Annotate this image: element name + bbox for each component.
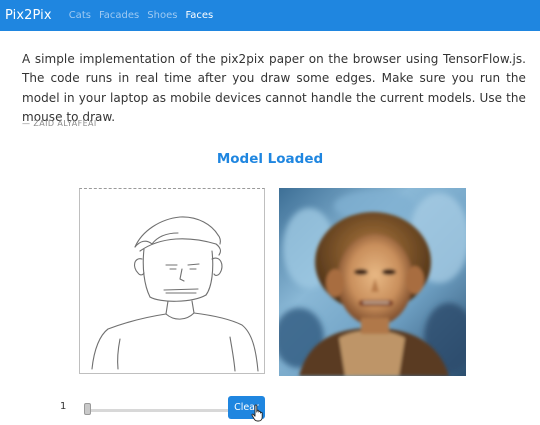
nav-item-shoes[interactable]: Shoes (147, 10, 177, 21)
drawing-canvas[interactable] (79, 188, 265, 374)
brush-size-slider[interactable] (84, 409, 230, 412)
clear-button[interactable]: Clear (228, 396, 265, 419)
nav-item-faces[interactable]: Faces (185, 10, 213, 21)
author-credit: — ZAID ALYAFEAI (22, 119, 97, 128)
generated-output-image (279, 188, 466, 376)
brand-logo[interactable]: Pix2Pix (5, 8, 52, 23)
slider-value: 1 (60, 401, 67, 412)
nav-item-cats[interactable]: Cats (69, 10, 91, 21)
model-status: Model Loaded (216, 151, 324, 167)
nav-item-facades[interactable]: Facades (99, 10, 139, 21)
navbar: Pix2Pix Cats Facades Shoes Faces (0, 0, 540, 31)
intro-text: A simple implementation of the pix2pix p… (22, 52, 526, 125)
slider-thumb[interactable] (84, 403, 91, 415)
sketch-drawing (91, 216, 259, 372)
